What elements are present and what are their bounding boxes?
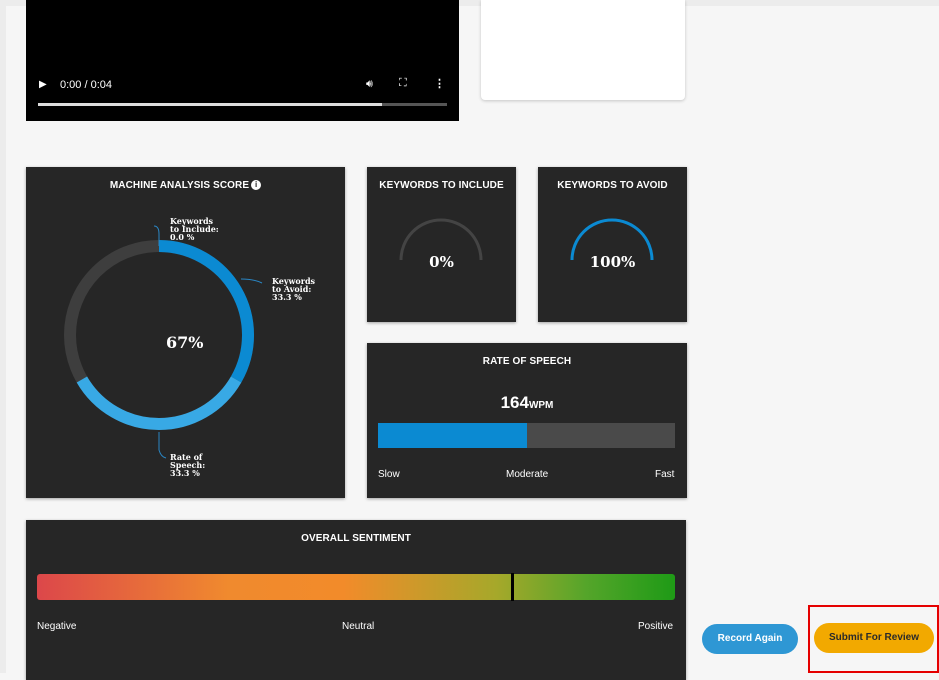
overall-sentiment-panel: OVERALL SENTIMENT Negative Neutral Posit… — [26, 520, 686, 680]
keywords-include-value: 0% — [429, 253, 454, 271]
label-speech-line3: 33.3 % — [170, 468, 200, 478]
donut-segment-avoid — [158, 240, 255, 383]
score-value: 67% — [166, 333, 204, 352]
page-left-edge — [0, 0, 6, 673]
video-progress-fill — [38, 103, 382, 106]
rate-scale-fast: Fast — [655, 469, 675, 480]
sentiment-marker — [511, 573, 515, 601]
rate-scale-moderate: Moderate — [506, 469, 549, 480]
sentiment-scale-negative: Negative — [37, 621, 77, 632]
rate-bar-fill — [378, 423, 527, 448]
rate-number: 164 — [500, 393, 529, 412]
leader-speech — [158, 432, 167, 459]
video-progress-track[interactable] — [38, 103, 447, 106]
keywords-avoid-value: 100% — [589, 253, 636, 271]
keywords-avoid-panel: KEYWORDS TO AVOID 100% — [538, 167, 687, 322]
label-avoid-line3: 33.3 % — [272, 292, 302, 302]
rate-of-speech-title: RATE OF SPEECH — [482, 356, 572, 367]
play-icon[interactable]: ▶ — [39, 79, 47, 90]
fullscreen-icon[interactable]: ⛶ — [399, 77, 407, 90]
rate-value: 164WPM — [367, 393, 687, 413]
rate-of-speech-panel: RATE OF SPEECH 164WPM Slow Moderate Fast — [367, 343, 687, 498]
label-speech: Rate of Speech: 33.3 % — [170, 453, 205, 477]
rate-bar — [378, 423, 675, 448]
label-avoid: Keywords to Avoid: 33.3 % — [272, 277, 315, 301]
sentiment-bar — [37, 573, 675, 601]
rate-unit: WPM — [528, 400, 554, 411]
keywords-avoid-gauge — [570, 218, 654, 261]
video-time: 0:00 / 0:04 — [60, 79, 112, 91]
sentiment-scale-positive: Positive — [638, 621, 674, 632]
more-vert-icon[interactable]: ⋮ — [434, 77, 445, 90]
label-include-line3: 0.0 % — [170, 232, 195, 242]
donut-segment-speech — [76, 376, 242, 431]
keywords-include-panel: KEYWORDS TO INCLUDE 0% — [367, 167, 516, 322]
white-card — [481, 0, 685, 100]
volume-icon[interactable]: 🔊︎ — [366, 78, 373, 91]
sentiment-scale-neutral: Neutral — [342, 621, 375, 632]
record-again-button[interactable]: Record Again — [702, 624, 798, 654]
machine-analysis-panel: MACHINE ANALYSIS SCORE i 67% Keywords to … — [26, 167, 345, 498]
submit-highlight-box — [808, 605, 939, 673]
rate-scale-slow: Slow — [378, 469, 400, 480]
keywords-include-gauge — [399, 218, 483, 261]
overall-sentiment-title: OVERALL SENTIMENT — [301, 533, 411, 544]
video-player[interactable]: ▶ 0:00 / 0:04 🔊︎ ⛶ ⋮ — [26, 0, 459, 121]
label-include: Keywords to Include: 0.0 % — [170, 217, 219, 241]
leader-avoid — [240, 278, 263, 284]
